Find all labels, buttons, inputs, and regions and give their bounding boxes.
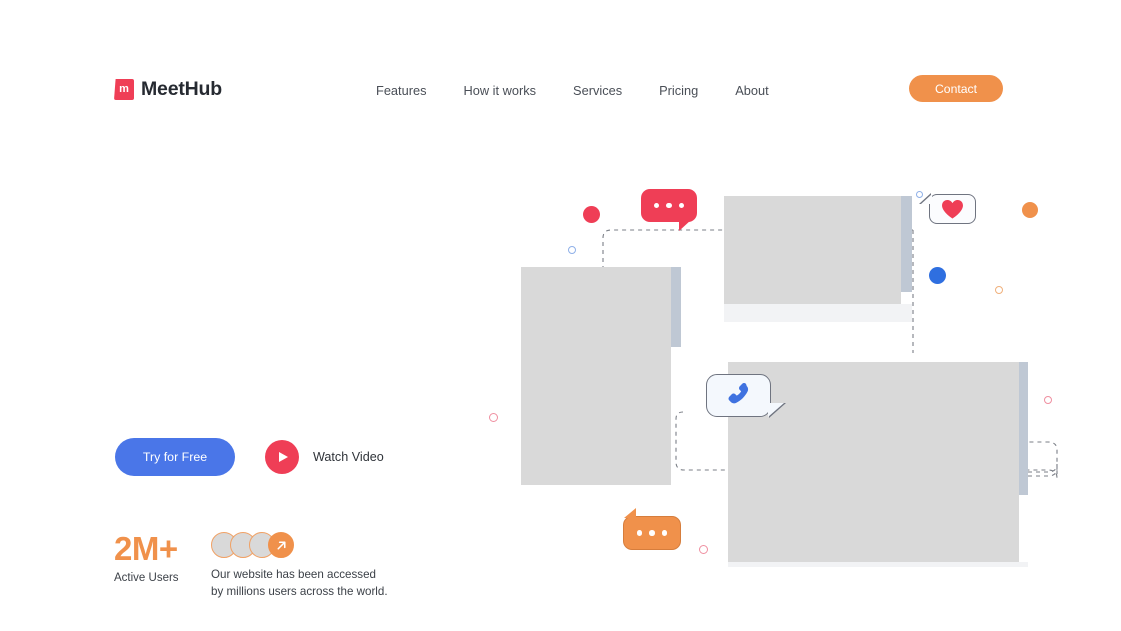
arrow-up-right-icon	[276, 540, 286, 550]
nav-item-services[interactable]: Services	[573, 83, 622, 98]
stats-block: 2M+ Active Users Our website has been ac…	[114, 532, 388, 601]
accent-dot-blue-ring-top	[916, 191, 923, 198]
accent-dot-red-ring-bottom	[699, 545, 708, 554]
stats-counter: 2M+ Active Users	[114, 532, 211, 584]
image-placeholder-top-band	[724, 304, 912, 322]
accent-dot-red-ring-left	[489, 413, 498, 422]
stats-number: 2M+	[114, 530, 178, 567]
accent-dot-orange-filled	[1022, 202, 1038, 218]
image-placeholder-main-edge	[1019, 362, 1028, 495]
image-placeholder-left	[521, 267, 671, 485]
typing-dot	[661, 530, 668, 536]
play-video-button[interactable]	[265, 440, 299, 474]
phone-icon	[728, 382, 748, 403]
avatar-group	[211, 532, 388, 558]
play-icon	[279, 452, 288, 462]
stats-description: Our website has been accessed by million…	[211, 568, 388, 598]
typing-dot	[653, 202, 660, 209]
nav-item-pricing[interactable]: Pricing	[659, 83, 698, 98]
brand-logo[interactable]: m MeetHub	[114, 78, 222, 101]
meethub-logo-icon: m	[114, 79, 134, 100]
nav-item-how-it-works[interactable]: How it works	[464, 83, 537, 98]
reaction-bubble-heart	[919, 193, 976, 224]
try-for-free-button[interactable]: Try for Free	[115, 438, 235, 476]
image-placeholder-top-edge	[901, 196, 912, 292]
image-placeholder-main-band	[728, 562, 1028, 567]
nav-item-about[interactable]: About	[735, 83, 768, 98]
call-bubble-phone	[706, 374, 786, 418]
accent-dot-orange-ring	[995, 286, 1003, 294]
typing-dot	[649, 530, 655, 536]
main-navigation: Features How it works Services Pricing A…	[376, 83, 769, 98]
accent-dot-red-ring-right	[1044, 396, 1052, 404]
typing-bubble-red	[641, 189, 697, 231]
site-header: m MeetHub Features How it works Services…	[0, 0, 1121, 140]
image-placeholder-left-edge	[671, 267, 681, 347]
typing-dot	[666, 202, 672, 209]
typing-dot	[636, 530, 643, 536]
watch-video-label[interactable]: Watch Video	[313, 450, 384, 464]
stats-label: Active Users	[114, 572, 179, 584]
image-placeholder-main	[728, 362, 1019, 562]
image-placeholder-top	[724, 196, 901, 304]
stats-social-proof: Our website has been accessed by million…	[211, 532, 388, 601]
hero-cta-row: Try for Free Watch Video	[115, 438, 384, 476]
landing-page: m MeetHub Features How it works Services…	[0, 0, 1121, 631]
heart-icon	[942, 199, 963, 219]
brand-name: MeetHub	[141, 78, 222, 100]
accent-dot-blue-filled	[929, 267, 946, 284]
nav-item-features[interactable]: Features	[376, 83, 427, 98]
accent-dot-red-filled	[583, 206, 600, 223]
contact-button[interactable]: Contact	[909, 75, 1003, 102]
typing-bubble-orange	[623, 508, 681, 550]
logo-letter: m	[119, 83, 129, 95]
typing-dot	[678, 202, 685, 209]
avatar-more-button[interactable]	[268, 532, 294, 558]
accent-dot-blue-ring	[568, 246, 576, 254]
